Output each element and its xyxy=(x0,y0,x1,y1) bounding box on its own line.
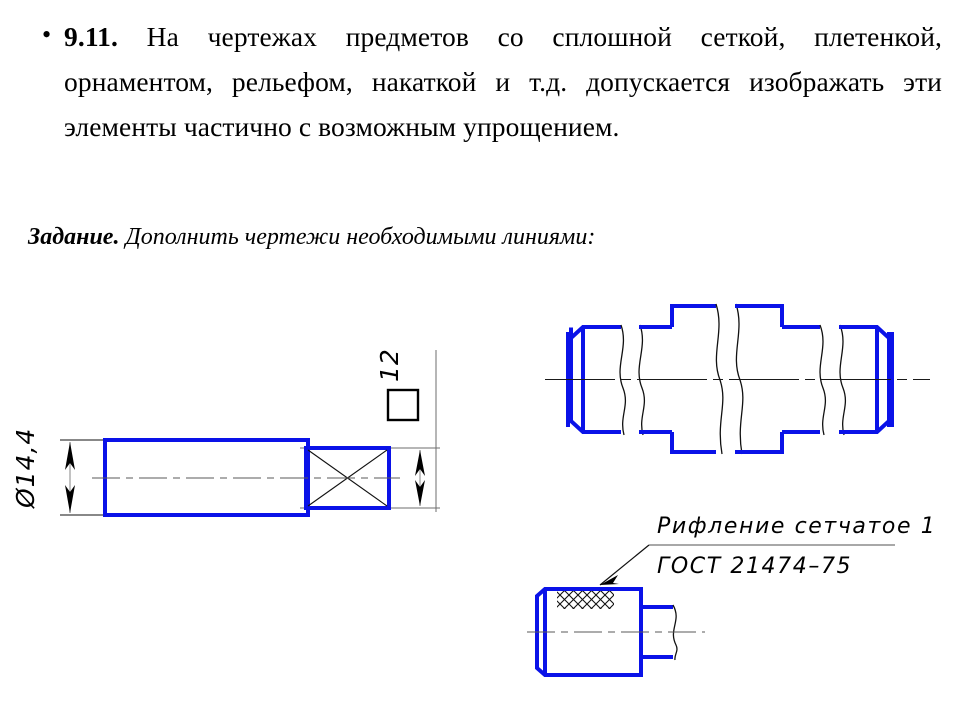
paragraph-body: 9.11. На чертежах предметов со сплошной … xyxy=(64,14,942,149)
knurl-leader-line xyxy=(599,544,650,586)
task-line: Задание. Дополнить чертежи необходимыми … xyxy=(28,221,595,253)
square-size-dimension: 12 xyxy=(375,348,425,506)
knurl-pattern xyxy=(557,591,614,609)
knurl-note-line-2: ГОСТ 21474–75 xyxy=(657,554,852,579)
diameter-dimension: Ø14,4 xyxy=(11,428,105,516)
knurl-note-line-1: Рифление сетчатое 1 xyxy=(657,514,936,539)
bullet-paragraph: • 9.11. На чертежах предметов со сплошно… xyxy=(42,14,942,149)
paragraph-text: На чертежах предметов со сплошной сеткой… xyxy=(64,21,942,142)
knurled-part-svg: Рифление сетчатое 1 ГОСТ 21474–75 xyxy=(527,514,936,677)
stepped-shaft-svg xyxy=(545,303,930,455)
task-label: Задание. xyxy=(28,224,120,250)
knurl-note: Рифление сетчатое 1 ГОСТ 21474–75 xyxy=(599,514,936,586)
drawing-stepped-shaft xyxy=(520,280,960,480)
drawing-left-shaft: Ø14,4 12 xyxy=(0,330,480,570)
bullet-icon: • xyxy=(42,20,52,49)
left-shaft-svg: Ø14,4 12 xyxy=(11,348,440,517)
square-symbol-icon xyxy=(386,388,420,422)
square-size-label: 12 xyxy=(375,348,404,382)
diameter-label: Ø14,4 xyxy=(11,428,40,509)
paragraph-number: 9.11. xyxy=(64,21,118,52)
drawing-knurled-part: Рифление сетчатое 1 ГОСТ 21474–75 xyxy=(515,505,960,705)
task-text: Дополнить чертежи необходимыми линиями: xyxy=(125,224,596,250)
